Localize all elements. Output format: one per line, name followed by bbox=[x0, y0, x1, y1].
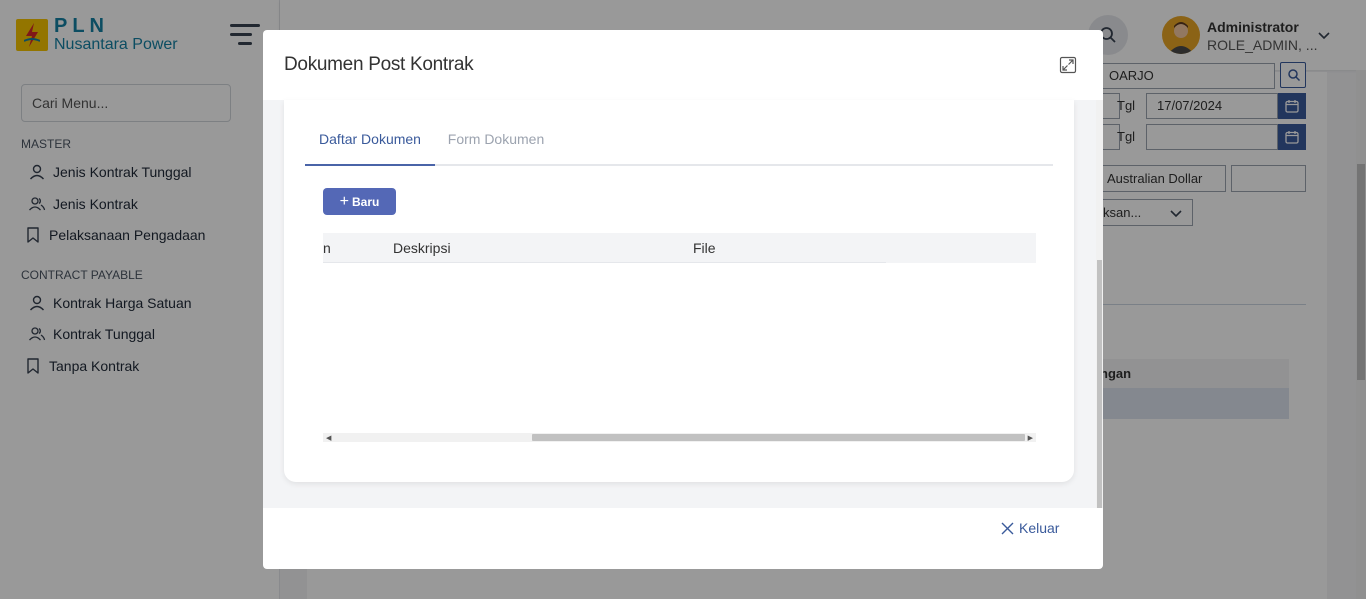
modal-body: Daftar Dokumen Form Dokumen + Baru n Des… bbox=[263, 100, 1103, 508]
close-label: Keluar bbox=[1019, 520, 1060, 536]
scroll-left-icon[interactable]: ◀ bbox=[326, 434, 331, 442]
close-icon bbox=[1001, 522, 1014, 534]
new-document-button[interactable]: + Baru bbox=[323, 188, 396, 215]
document-card: Daftar Dokumen Form Dokumen + Baru n Des… bbox=[284, 100, 1074, 482]
plus-icon: + bbox=[339, 192, 349, 210]
tab-form-dokumen[interactable]: Form Dokumen bbox=[435, 118, 557, 166]
column-header-file[interactable]: File bbox=[693, 240, 716, 256]
tab-daftar-dokumen[interactable]: Daftar Dokumen bbox=[305, 118, 435, 166]
column-header-deskripsi[interactable]: Deskripsi bbox=[393, 240, 451, 256]
column-header[interactable]: n bbox=[323, 240, 331, 256]
close-button[interactable]: Keluar bbox=[1001, 520, 1059, 536]
maximize-icon[interactable] bbox=[1059, 56, 1077, 74]
modal-title: Dokumen Post Kontrak bbox=[284, 54, 474, 75]
scroll-right-icon[interactable]: ▶ bbox=[1028, 434, 1033, 442]
dokumen-post-kontrak-modal: Dokumen Post Kontrak Daftar Dokumen Form… bbox=[263, 30, 1103, 569]
tab-bar: Daftar Dokumen Form Dokumen bbox=[305, 118, 1053, 166]
scrollbar-thumb[interactable] bbox=[532, 434, 1025, 441]
new-button-label: Baru bbox=[352, 194, 380, 209]
table-horizontal-scrollbar[interactable]: ◀ ▶ bbox=[323, 433, 1036, 442]
modal-body-scrollbar[interactable] bbox=[1096, 100, 1103, 508]
documents-table-header: n Deskripsi File bbox=[323, 233, 1036, 263]
